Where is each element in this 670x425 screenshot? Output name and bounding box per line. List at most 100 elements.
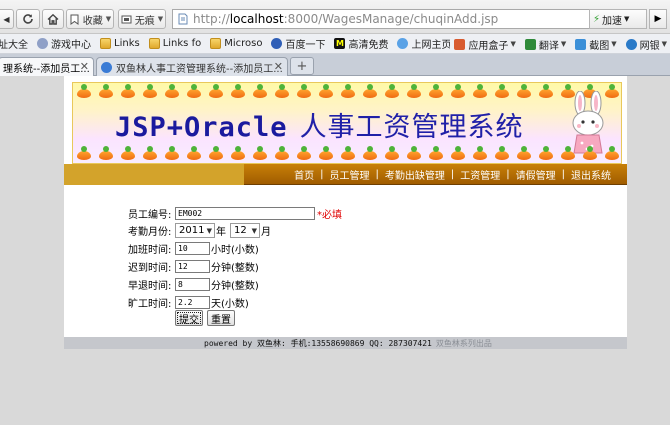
tab-label: 理系统--添加员工... <box>3 63 90 75</box>
bookmark-item[interactable]: Links <box>100 38 140 49</box>
reset-button[interactable]: 重置 <box>207 310 235 326</box>
carrot-border-bottom <box>73 145 621 163</box>
bookmark-item[interactable]: M 高清免费 <box>334 36 388 51</box>
chevron-down-icon: ▼ <box>624 15 630 23</box>
page-container: JSP+Oracle 人事工资管理系统 首页 | 员工管理 | 考勤出缺管理 |… <box>64 76 627 348</box>
required-marker: *必填 <box>317 210 342 221</box>
bookmark-label: 翻译 <box>538 40 559 52</box>
chevron-down-icon: ▼ <box>560 40 567 48</box>
nav-logout[interactable]: 退出系统 <box>565 167 617 182</box>
bookmark-item[interactable]: 上网主页 <box>397 36 451 51</box>
traceless-button[interactable]: 无痕 ▼ <box>118 9 166 29</box>
bookmark-label: Links <box>114 38 140 49</box>
browser-toolbar: ◀ 收藏 ▼ 无痕 ▼ http://localhost:8000/WagesMan… <box>0 0 670 34</box>
bookmark-item[interactable]: Microso <box>210 38 262 49</box>
home-icon <box>47 13 59 25</box>
overtime-unit: 小时(小数) <box>211 245 259 256</box>
refresh-icon <box>23 14 33 24</box>
employee-no-input[interactable]: EM002 <box>175 207 315 220</box>
nav-home[interactable]: 首页 <box>288 167 320 182</box>
absent-unit: 天(小数) <box>211 299 249 310</box>
home-button[interactable] <box>42 9 64 29</box>
tab-strip: 理系统--添加员工... ✕ 双鱼林人事工资管理系统--添加员工... ✕ + <box>0 54 670 76</box>
early-input[interactable]: 8 <box>175 278 210 291</box>
employee-no-label: 员工编号: <box>128 210 172 221</box>
carrot-border-top <box>73 83 621 101</box>
bookmark-icon <box>70 14 79 25</box>
year-value: 2011 <box>179 225 205 236</box>
overtime-label: 加班时间: <box>128 245 172 256</box>
close-icon[interactable]: ✕ <box>274 60 283 73</box>
bookmark-label: 高清免费 <box>348 40 389 51</box>
late-unit: 分钟(整数) <box>211 263 259 274</box>
nav-employee[interactable]: 员工管理 <box>324 167 376 182</box>
apps-icon <box>454 38 466 50</box>
tab-label: 双鱼林人事工资管理系统--添加员工... <box>116 63 283 75</box>
early-label: 早退时间: <box>128 281 172 292</box>
close-icon[interactable]: ✕ <box>80 60 89 73</box>
month-label: 考勤月份: <box>128 227 172 238</box>
refresh-button[interactable] <box>16 9 40 29</box>
bookmark-item[interactable]: Links fo <box>148 38 201 49</box>
url-host: localhost <box>229 12 284 26</box>
new-tab-button[interactable]: + <box>290 57 314 75</box>
lightning-icon: ⚡ <box>593 13 601 25</box>
overtime-row: 加班时间: 10 小时(小数) <box>128 241 259 256</box>
bookmark-label: 百度一下 <box>285 40 326 51</box>
form-actions: 提交 重置 <box>175 310 235 326</box>
favorites-button[interactable]: 收藏 ▼ <box>66 9 114 29</box>
submit-button[interactable]: 提交 <box>175 310 203 326</box>
site-nav: 首页 | 员工管理 | 考勤出缺管理 | 工资管理 | 请假管理 | 退出系统 <box>64 164 627 185</box>
absent-row: 旷工时间: 2.2 天(小数) <box>128 295 249 310</box>
page-viewport: JSP+Oracle 人事工资管理系统 首页 | 员工管理 | 考勤出缺管理 |… <box>0 76 670 425</box>
folder-icon <box>100 38 111 49</box>
bookmark-label: 址大全 <box>0 40 28 51</box>
speed-button[interactable]: ⚡ 加速 ▼ <box>589 9 647 29</box>
bookmark-item[interactable]: 截图 ▼ <box>575 37 617 52</box>
bookmark-label: Microso <box>224 38 263 49</box>
employee-no-row: 员工编号: EM002 *必填 <box>128 206 342 221</box>
bookmark-item[interactable]: 翻译 ▼ <box>524 37 567 52</box>
bookmark-item[interactable]: 游戏中心 <box>37 36 91 51</box>
bank-icon <box>625 38 637 50</box>
bookmark-item[interactable]: 百度一下 <box>271 36 325 51</box>
month-unit: 月 <box>261 227 271 238</box>
video-icon: M <box>334 38 346 49</box>
late-row: 迟到时间: 12 分钟(整数) <box>128 259 259 274</box>
page-icon <box>178 13 188 25</box>
bookmark-label: 网银 <box>639 40 660 52</box>
url-path: :8000/WagesManage/chuqinAdd.jsp <box>283 12 499 26</box>
month-select[interactable]: 12 ▼ <box>230 223 260 238</box>
back-button[interactable]: ◀ <box>0 9 14 29</box>
address-bar[interactable]: http://localhost:8000/WagesManage/chuqin… <box>172 9 616 29</box>
tab-active[interactable]: 理系统--添加员工... ✕ <box>0 57 94 76</box>
nav-attendance[interactable]: 考勤出缺管理 <box>379 167 451 182</box>
nav-wages[interactable]: 工资管理 <box>454 167 506 182</box>
chevron-down-icon: ▼ <box>105 15 112 23</box>
traceless-icon <box>121 15 132 23</box>
year-unit: 年 <box>216 227 226 238</box>
year-select[interactable]: 2011 ▼ <box>175 223 215 238</box>
home-page-icon <box>397 38 409 49</box>
bookmark-item[interactable]: 址大全 <box>0 36 28 51</box>
nav-leave[interactable]: 请假管理 <box>510 167 562 182</box>
chevron-down-icon: ▼ <box>251 226 257 235</box>
absent-input[interactable]: 2.2 <box>175 296 210 309</box>
bookmark-item[interactable]: 网银 ▼ <box>625 37 667 52</box>
late-input[interactable]: 12 <box>175 260 210 273</box>
forward-button[interactable]: ▶ <box>649 9 667 29</box>
translate-icon <box>524 38 536 50</box>
traceless-label: 无痕 <box>134 15 155 27</box>
bookmark-item[interactable]: 应用盒子 ▼ <box>454 37 516 52</box>
late-label: 迟到时间: <box>128 263 172 274</box>
baidu-icon <box>271 38 283 49</box>
bookmark-label: 截图 <box>589 40 610 52</box>
overtime-input[interactable]: 10 <box>175 242 210 255</box>
footer-series: 双鱼林系列出品 <box>435 338 492 348</box>
bookmark-label: 游戏中心 <box>51 40 91 51</box>
tab-inactive[interactable]: 双鱼林人事工资管理系统--添加员工... ✕ <box>96 57 288 76</box>
absent-label: 旷工时间: <box>128 299 172 310</box>
bookmarks-bar: 址大全 游戏中心 Links Links fo Microso 百度一下 M 高清… <box>0 34 670 54</box>
page-footer: powered by 双鱼林: 手机:13558690869 QQ: 28730… <box>64 337 627 349</box>
bookmark-label: 上网主页 <box>411 40 452 51</box>
